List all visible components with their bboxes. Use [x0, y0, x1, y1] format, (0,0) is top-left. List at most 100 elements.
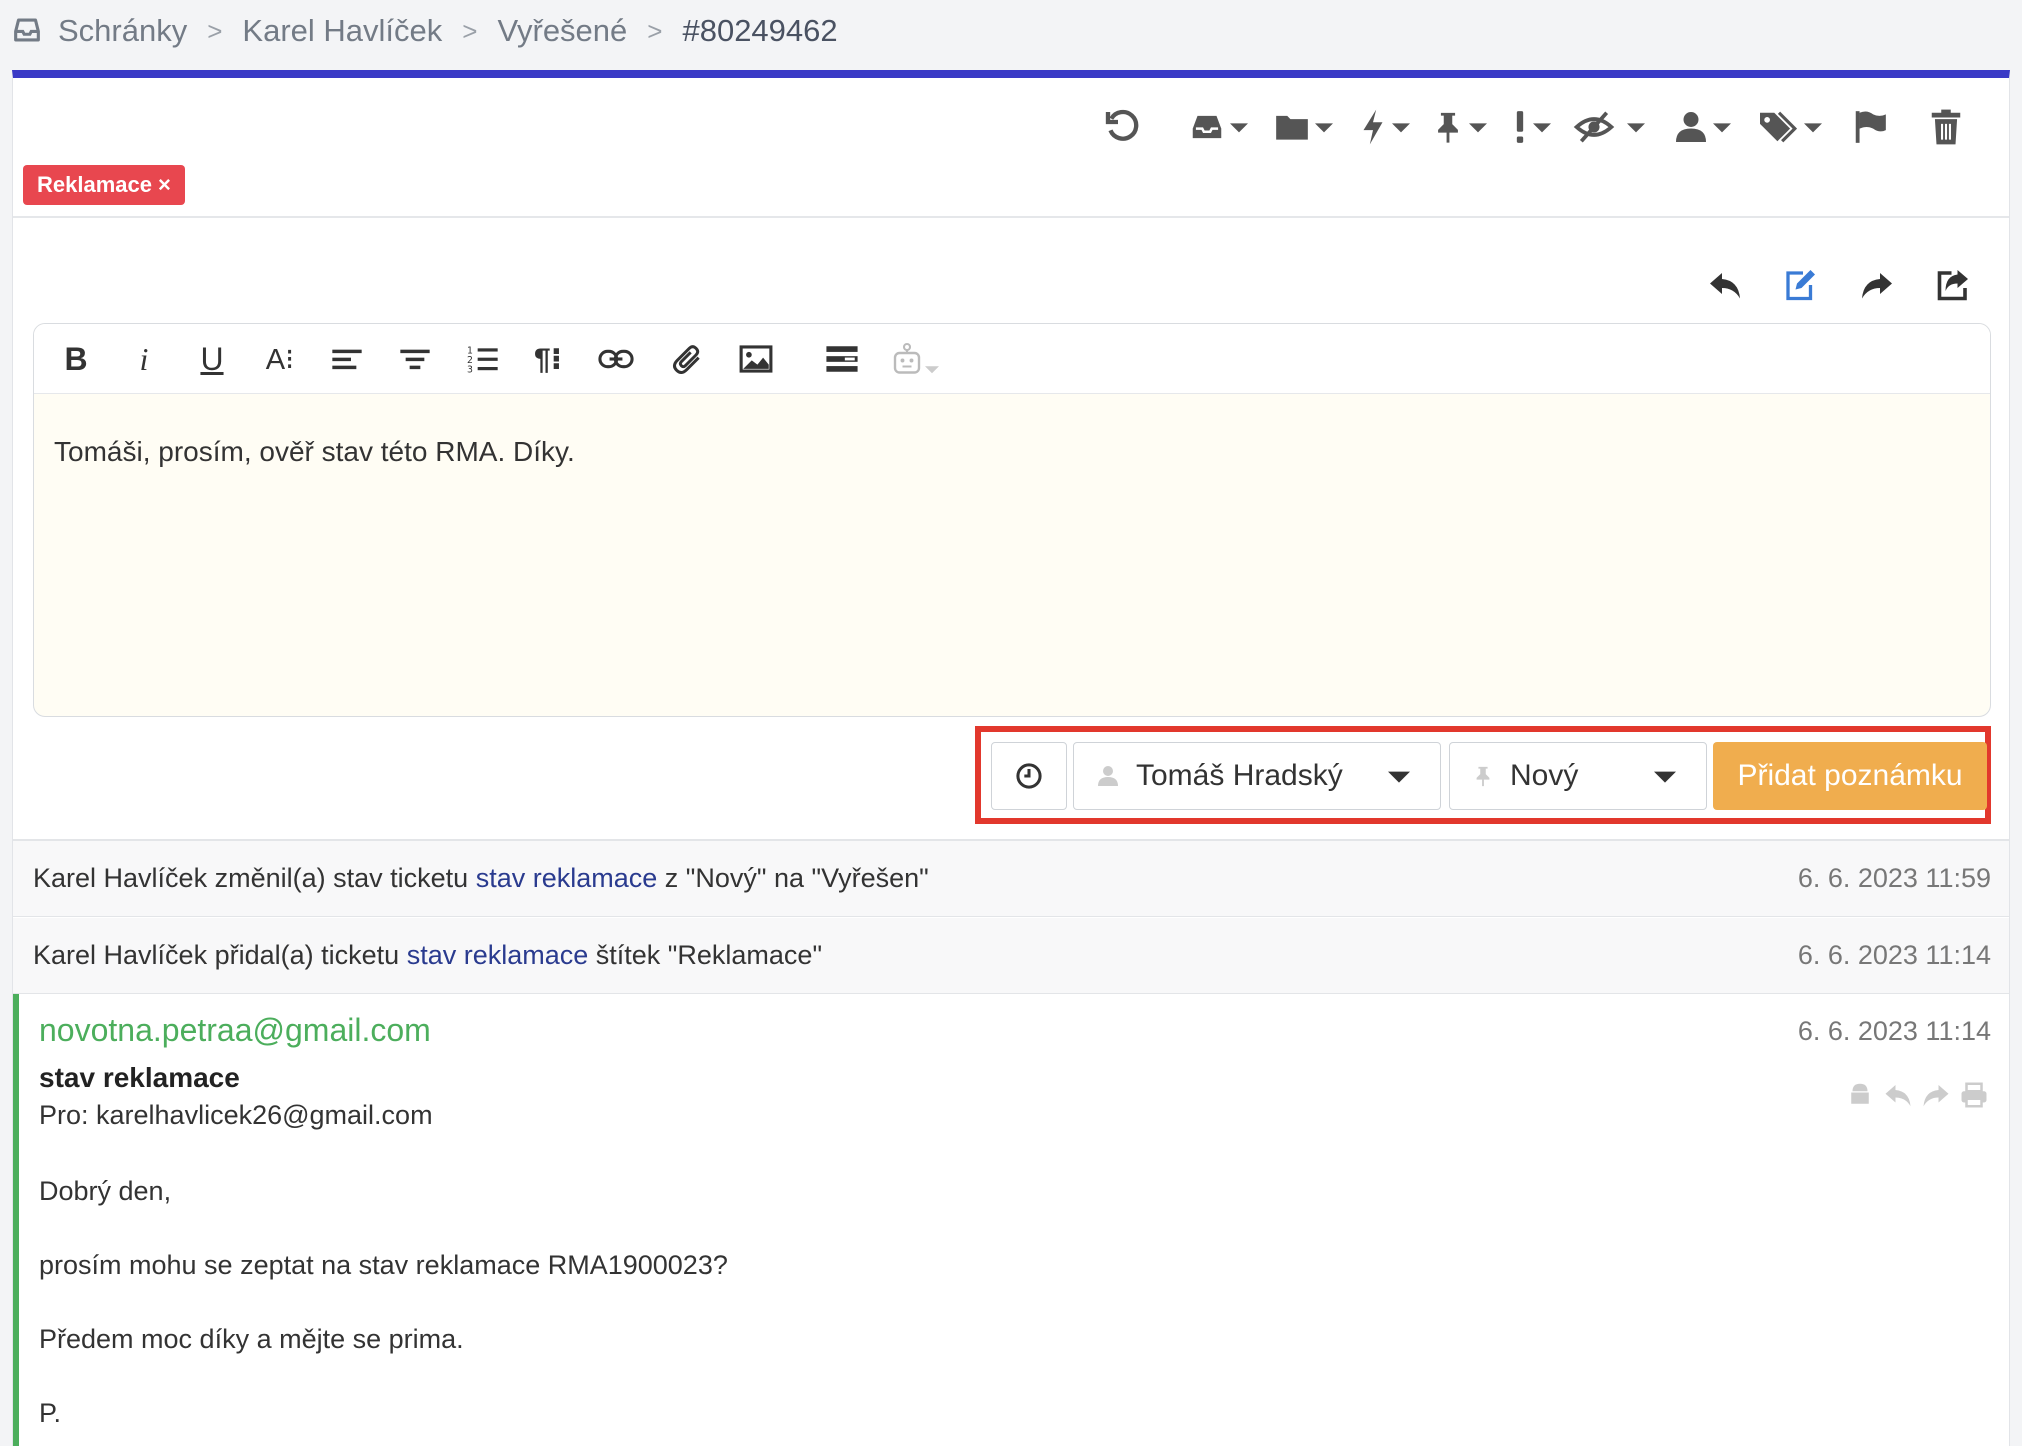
add-note-button[interactable] [1778, 263, 1822, 307]
message-subject: stav reklamace [39, 1062, 240, 1093]
message-paragraph: Předem moc díky a mějte se prima. [39, 1324, 464, 1354]
share-icon [1937, 270, 1968, 301]
breadcrumb-current-ticket: #80249462 [682, 13, 838, 48]
flag-button[interactable] [1851, 102, 1889, 152]
move-inbox-dropdown[interactable] [1188, 102, 1248, 152]
image-icon [739, 345, 773, 373]
print-icon[interactable] [1959, 1080, 1989, 1110]
tag-remove-button[interactable]: × [158, 172, 171, 198]
caret-down-icon [1713, 123, 1731, 133]
priority-dropdown[interactable] [1358, 102, 1410, 152]
breadcrumb-link-user[interactable]: Karel Havlíček [242, 13, 442, 49]
template-icon [826, 346, 858, 372]
breadcrumb-link-inboxes[interactable]: Schránky [58, 13, 187, 49]
font-size-button[interactable]: A⁝ [258, 336, 302, 382]
status-select[interactable]: Nový [1449, 742, 1707, 810]
bolt-icon [1363, 109, 1383, 145]
caret-down-icon [1533, 123, 1551, 133]
caret-down-icon [1654, 771, 1676, 783]
reply-icon[interactable] [1883, 1080, 1913, 1110]
breadcrumb-link-resolved[interactable]: Vyřešené [497, 13, 627, 49]
assignee-select[interactable]: Tomáš Hradský [1073, 742, 1441, 810]
delete-button[interactable] [1929, 102, 1963, 152]
ticket-link[interactable]: stav reklamace [407, 940, 589, 970]
message-date: 6. 6. 2023 11:14 [1797, 1016, 1991, 1046]
insert-image-button[interactable] [734, 336, 778, 382]
user-icon [1098, 766, 1118, 786]
inbox-icon [1192, 115, 1222, 139]
message-paragraph: P. [39, 1398, 62, 1428]
visibility-dropdown[interactable] [1573, 102, 1645, 152]
caret-down-icon [925, 366, 939, 374]
link-button[interactable] [594, 336, 638, 382]
align-left-icon [332, 349, 362, 370]
caret-down-icon [1230, 123, 1248, 133]
message-paragraph: prosím mohu se zeptat na stav reklamace … [39, 1250, 728, 1280]
breadcrumb-separator: > [207, 15, 223, 46]
divider [13, 216, 2009, 218]
event-date: 6. 6. 2023 11:14 [1797, 940, 1991, 970]
ordered-list-button[interactable]: 123 [462, 336, 504, 382]
event-row: Karel Havlíček přidal(a) ticketu stav re… [13, 918, 2009, 994]
ticket-link[interactable]: stav reklamace [476, 863, 658, 893]
editor-toolbar: B i U A⁝ 123 ¶⁝ [34, 324, 1990, 394]
event-row: Karel Havlíček změnil(a) stav ticketu st… [13, 841, 2009, 917]
align-center-icon [400, 349, 430, 370]
android-icon[interactable] [1845, 1080, 1875, 1110]
message-paragraph: Dobrý den, [39, 1176, 172, 1206]
caret-down-icon [1627, 123, 1645, 133]
importance-dropdown[interactable] [1511, 102, 1551, 152]
event-date: 6. 6. 2023 11:59 [1797, 863, 1991, 893]
assign-user-dropdown[interactable] [1673, 102, 1731, 152]
tags-dropdown[interactable] [1758, 102, 1822, 152]
reply-icon [1710, 273, 1740, 299]
schedule-button[interactable] [991, 742, 1067, 810]
ticket-card: Reklamace × B i U A⁝ 123 ¶⁝ Tomáši, pros… [12, 70, 2010, 1446]
caret-down-icon [1469, 123, 1487, 133]
event-text: Karel Havlíček přidal(a) ticketu stav re… [33, 940, 823, 970]
add-note-submit-button[interactable]: Přidat poznámku [1713, 742, 1987, 810]
template-button[interactable] [820, 336, 864, 382]
italic-button[interactable]: i [124, 336, 164, 382]
paragraph-button[interactable]: ¶⁝ [524, 336, 572, 382]
attach-button[interactable] [666, 336, 710, 382]
folder-dropdown[interactable] [1273, 102, 1333, 152]
eye-slash-icon [1573, 111, 1615, 143]
breadcrumb-separator: > [647, 15, 663, 46]
forward-icon [1862, 273, 1892, 299]
align-center-button[interactable] [394, 336, 436, 382]
note-editor[interactable]: B i U A⁝ 123 ¶⁝ Tomáši, prosím, ověř sta… [33, 323, 1991, 717]
pin-icon [1438, 112, 1458, 143]
folder-icon [1276, 115, 1308, 140]
underline-button[interactable]: U [192, 336, 232, 382]
tag-reklamace[interactable]: Reklamace × [23, 165, 185, 205]
breadcrumb-separator: > [462, 15, 478, 46]
note-text[interactable]: Tomáši, prosím, ověř stav této RMA. Díky… [54, 436, 575, 468]
sender-email[interactable]: novotna.petraa@gmail.com [39, 1012, 431, 1049]
clock-icon [1016, 763, 1042, 789]
align-left-button[interactable] [326, 336, 368, 382]
inbox-icon [10, 13, 46, 49]
link-icon [598, 349, 634, 369]
refresh-button[interactable] [1103, 102, 1143, 152]
breadcrumb: Schránky > Karel Havlíček > Vyřešené > #… [0, 0, 2022, 62]
exclamation-icon [1516, 111, 1524, 143]
paperclip-icon [673, 345, 700, 374]
reply-button[interactable] [1703, 263, 1747, 307]
ordered-list-icon: 123 [467, 346, 498, 374]
share-button[interactable] [1931, 263, 1975, 307]
forward-icon[interactable] [1921, 1080, 1951, 1110]
bold-button[interactable]: B [56, 336, 96, 382]
pin-icon [1476, 766, 1490, 787]
event-text: Karel Havlíček změnil(a) stav ticketu st… [33, 863, 929, 893]
ai-assistant-button[interactable] [886, 336, 942, 382]
robot-icon [893, 342, 921, 374]
pin-status-dropdown[interactable] [1431, 102, 1487, 152]
caret-down-icon [1388, 771, 1410, 783]
forward-button[interactable] [1855, 263, 1899, 307]
message-recipient: Pro: karelhavlicek26@gmail.com [39, 1100, 433, 1130]
caret-down-icon [1315, 123, 1333, 133]
refresh-icon [1105, 109, 1139, 141]
caret-down-icon [1804, 123, 1822, 133]
tag-label: Reklamace [37, 172, 152, 197]
